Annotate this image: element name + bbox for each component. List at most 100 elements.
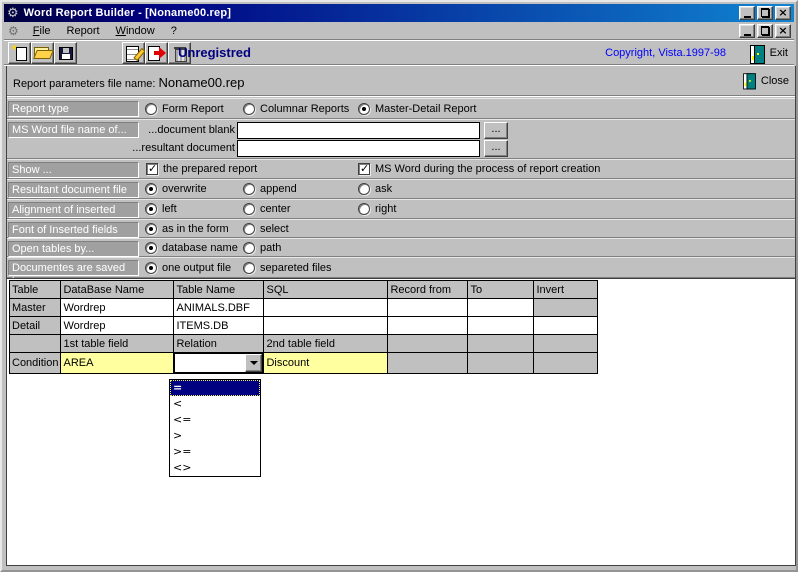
params-file-text: Report parameters file name: Noname00.re… bbox=[13, 75, 245, 90]
row-alignment: Alignment of inserted fields left center… bbox=[7, 199, 795, 219]
radio-label: Columnar Reports bbox=[260, 103, 349, 115]
invert-cell[interactable] bbox=[534, 317, 598, 335]
dropdown-item-greater-than[interactable]: > bbox=[170, 428, 260, 444]
sql-cell[interactable] bbox=[264, 299, 388, 317]
resultant-document-input[interactable] bbox=[237, 140, 480, 157]
documents-saved-label: Documentes are saved in... bbox=[8, 260, 139, 276]
checkbox-prepared-report[interactable]: the prepared report bbox=[146, 160, 257, 178]
resultant-file-label: Resultant document file bbox=[8, 182, 139, 198]
database-cell[interactable]: Wordrep bbox=[61, 317, 174, 335]
tables-grid-area: Table DataBase Name Table Name SQL Recor… bbox=[7, 278, 795, 565]
menu-help[interactable]: ? bbox=[165, 23, 183, 39]
show-label: Show ... bbox=[8, 162, 139, 178]
menu-window[interactable]: Window bbox=[110, 23, 161, 39]
radio-form-report[interactable]: Form Report bbox=[145, 99, 224, 118]
radio-path[interactable]: path bbox=[243, 239, 281, 256]
radio-one-output-file[interactable]: one output file bbox=[145, 258, 231, 277]
menu-file[interactable]: File bbox=[27, 23, 57, 39]
grid-condition-row: Condition AREA Discount bbox=[10, 353, 598, 374]
radio-separated-files[interactable]: separeted files bbox=[243, 258, 332, 277]
new-document-icon bbox=[12, 46, 27, 61]
restore-icon bbox=[761, 27, 770, 35]
radio-font-as-in-form[interactable]: as in the form bbox=[145, 220, 229, 237]
condition-field1-cell[interactable]: AREA bbox=[61, 353, 174, 374]
close-window-button[interactable]: × bbox=[775, 6, 791, 20]
dropdown-item-less-than[interactable]: < bbox=[170, 396, 260, 412]
open-report-button[interactable] bbox=[31, 42, 54, 64]
row-documents-saved: Documentes are saved in... one output fi… bbox=[7, 257, 795, 278]
combo-dropdown-button[interactable] bbox=[245, 354, 262, 372]
save-report-button[interactable] bbox=[54, 42, 77, 64]
radio-icon-selected bbox=[145, 223, 157, 235]
notepad-pencil-icon bbox=[126, 46, 142, 61]
record-from-cell[interactable] bbox=[388, 299, 468, 317]
radio-icon-selected bbox=[145, 242, 157, 254]
menu-report[interactable]: Report bbox=[61, 23, 106, 39]
database-cell[interactable]: Wordrep bbox=[61, 299, 174, 317]
radio-ask[interactable]: ask bbox=[358, 180, 392, 198]
radio-label: ask bbox=[375, 183, 392, 195]
browse-blank-button[interactable]: ... bbox=[484, 122, 508, 139]
radio-align-left[interactable]: left bbox=[145, 200, 177, 218]
exit-button[interactable]: Exit bbox=[750, 43, 788, 63]
copyright-text: Copyright, Vista.1997-98 bbox=[605, 47, 726, 59]
document-blank-input[interactable] bbox=[237, 122, 480, 139]
sql-cell[interactable] bbox=[264, 317, 388, 335]
create-report-button[interactable] bbox=[145, 42, 168, 64]
to-cell[interactable] bbox=[468, 299, 534, 317]
close-panel-button[interactable]: Close bbox=[742, 72, 789, 89]
edit-template-button[interactable] bbox=[122, 42, 145, 64]
mdi-restore-button[interactable] bbox=[757, 24, 773, 38]
grid-subheader-row: 1st table field Relation 2nd table field bbox=[10, 335, 598, 353]
radio-columnar-reports[interactable]: Columnar Reports bbox=[243, 99, 349, 118]
dropdown-item-greater-equal[interactable]: >= bbox=[170, 444, 260, 460]
document-blank-label: ...document blank bbox=[127, 121, 235, 139]
mdi-minimize-button[interactable] bbox=[739, 24, 755, 38]
table-name-cell[interactable]: ANIMALS.DBF bbox=[174, 299, 264, 317]
condition-name-cell: Condition bbox=[10, 353, 61, 374]
new-report-button[interactable] bbox=[8, 42, 31, 64]
invert-cell[interactable] bbox=[534, 299, 598, 317]
table-name-cell[interactable]: ITEMS.DB bbox=[174, 317, 264, 335]
params-file-label: Report parameters file name: bbox=[13, 78, 155, 90]
relation-combobox[interactable] bbox=[174, 353, 263, 373]
radio-icon bbox=[243, 223, 255, 235]
checkbox-label: the prepared report bbox=[163, 163, 257, 175]
close-door-icon bbox=[743, 73, 756, 87]
dropdown-item-not-equal[interactable]: <> bbox=[170, 460, 260, 476]
radio-label: select bbox=[260, 223, 289, 235]
restore-button[interactable] bbox=[757, 6, 773, 20]
condition-field2-cell[interactable]: Discount bbox=[264, 353, 388, 374]
mdi-close-button[interactable]: × bbox=[775, 24, 791, 38]
browse-resultant-button[interactable]: ... bbox=[484, 140, 508, 157]
dropdown-item-less-equal[interactable]: <= bbox=[170, 412, 260, 428]
checkbox-ms-word-during[interactable]: MS Word during the process of report cre… bbox=[358, 160, 600, 178]
radio-label: database name bbox=[162, 242, 238, 254]
dropdown-item-equals[interactable]: = bbox=[170, 380, 260, 396]
to-cell[interactable] bbox=[468, 317, 534, 335]
row-ms-word-file: MS Word file name of... ...document blan… bbox=[7, 119, 795, 159]
row-open-tables: Open tables by... database name path bbox=[7, 238, 795, 257]
radio-label: center bbox=[260, 203, 291, 215]
radio-master-detail-report[interactable]: Master-Detail Report bbox=[358, 99, 476, 118]
minimize-button[interactable] bbox=[739, 6, 755, 20]
radio-overwrite[interactable]: overwrite bbox=[145, 180, 207, 198]
report-type-label: Report type bbox=[8, 101, 139, 117]
close-icon: × bbox=[778, 8, 787, 18]
title-bar: ⚙ Word Report Builder - [Noname00.rep] × bbox=[4, 4, 794, 22]
radio-font-select[interactable]: select bbox=[243, 220, 289, 237]
radio-database-name[interactable]: database name bbox=[145, 239, 238, 256]
condition-relation-cell bbox=[174, 353, 264, 374]
radio-align-right[interactable]: right bbox=[358, 200, 396, 218]
radio-align-center[interactable]: center bbox=[243, 200, 291, 218]
row-name-cell: Detail bbox=[10, 317, 61, 335]
minimize-icon bbox=[744, 16, 751, 18]
radio-append[interactable]: append bbox=[243, 180, 297, 198]
radio-icon-selected bbox=[145, 183, 157, 195]
record-from-cell[interactable] bbox=[388, 317, 468, 335]
close-icon: × bbox=[778, 26, 787, 36]
report-builder-panel: Report parameters file name: Noname00.re… bbox=[6, 66, 796, 566]
checkbox-icon-checked bbox=[146, 163, 158, 175]
toolbar: Unregistred Copyright, Vista.1997-98 Exi… bbox=[4, 41, 794, 65]
params-file-row: Report parameters file name: Noname00.re… bbox=[7, 68, 795, 96]
